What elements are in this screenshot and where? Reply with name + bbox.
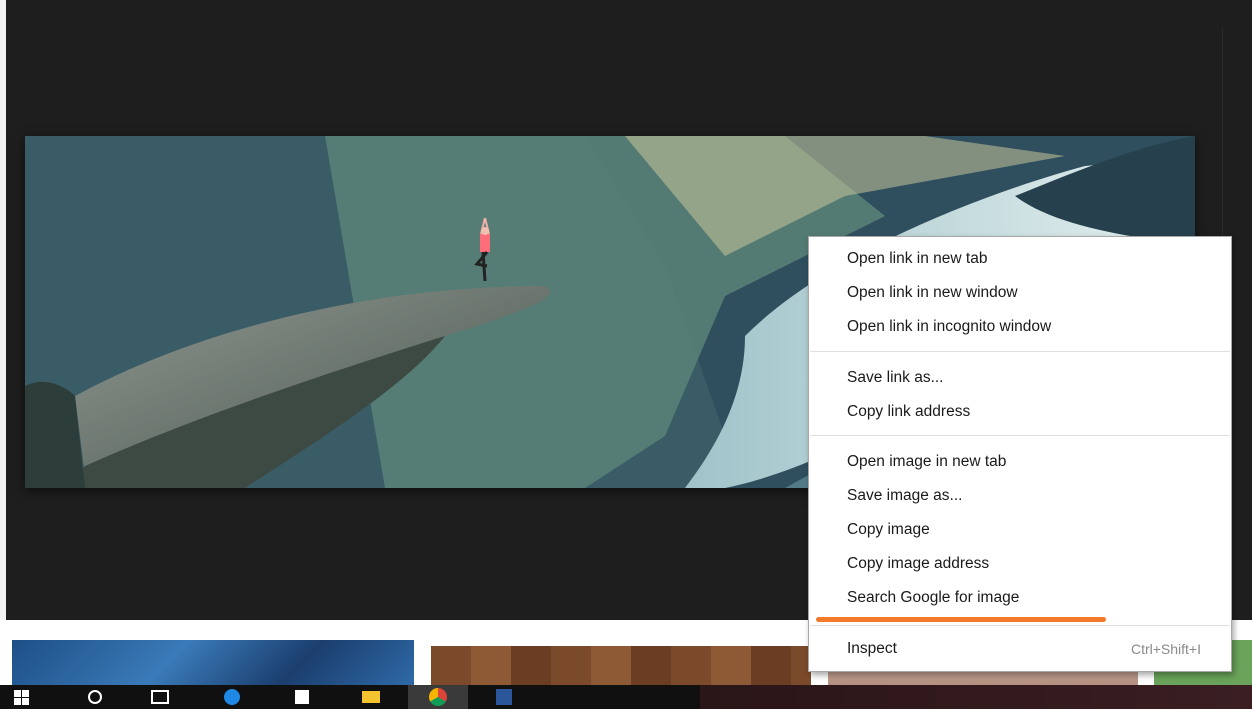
file-explorer-icon [362, 691, 380, 703]
menu-item-copy-image[interactable]: Copy image [809, 515, 1231, 545]
thumbnail-wood-image[interactable] [431, 646, 811, 685]
menu-item-label: Save image as... [847, 487, 963, 504]
menu-item-label: Copy image address [847, 555, 990, 572]
menu-item-label: Save link as... [847, 369, 944, 386]
menu-item-label: Copy image [847, 521, 930, 538]
windows-taskbar [0, 685, 1252, 709]
menu-item-shortcut: Ctrl+Shift+I [1130, 641, 1201, 657]
store-button[interactable] [285, 685, 319, 709]
task-view-icon [151, 690, 169, 704]
chrome-button[interactable] [408, 685, 468, 709]
word-button[interactable] [486, 685, 522, 709]
search-icon [88, 690, 102, 704]
taskbar-wallpaper-area [700, 685, 1252, 709]
edge-icon [224, 689, 240, 705]
menu-item-save-link-as[interactable]: Save link as... [809, 363, 1231, 393]
menu-separator [810, 625, 1230, 626]
file-explorer-button[interactable] [354, 685, 388, 709]
search-button[interactable] [80, 685, 110, 709]
menu-item-search-google-for-image[interactable]: Search Google for image [809, 583, 1231, 613]
menu-item-label: Open link in new tab [847, 250, 988, 267]
windows-start-button[interactable] [8, 685, 34, 709]
chrome-icon [429, 688, 447, 706]
menu-item-inspect[interactable]: Inspect Ctrl+Shift+I [809, 634, 1231, 664]
window-left-edge [0, 0, 6, 620]
menu-item-label: Copy link address [847, 403, 971, 420]
store-icon [295, 690, 309, 704]
menu-item-open-link-incognito[interactable]: Open link in incognito window [809, 312, 1231, 342]
thumbnail-water-image[interactable] [12, 640, 414, 685]
menu-item-copy-image-address[interactable]: Copy image address [809, 549, 1231, 579]
orange-highlight-underline [816, 617, 1106, 622]
menu-item-label: Open link in incognito window [847, 318, 1052, 335]
windows-start-icon [13, 689, 29, 705]
menu-separator [810, 351, 1230, 352]
menu-item-label: Open image in new tab [847, 453, 1007, 470]
word-icon [496, 689, 512, 705]
menu-item-open-link-new-window[interactable]: Open link in new window [809, 278, 1231, 308]
menu-item-label: Open link in new window [847, 284, 1018, 301]
task-view-button[interactable] [145, 685, 175, 709]
menu-item-label: Search Google for image [847, 589, 1020, 606]
menu-item-label: Inspect [847, 640, 897, 657]
menu-item-open-image-new-tab[interactable]: Open image in new tab [809, 447, 1231, 477]
menu-separator [810, 435, 1230, 436]
context-menu: Open link in new tab Open link in new wi… [808, 236, 1232, 672]
menu-item-open-link-new-tab[interactable]: Open link in new tab [809, 244, 1231, 274]
edge-button[interactable] [215, 685, 249, 709]
menu-item-copy-link-address[interactable]: Copy link address [809, 397, 1231, 427]
menu-item-save-image-as[interactable]: Save image as... [809, 481, 1231, 511]
